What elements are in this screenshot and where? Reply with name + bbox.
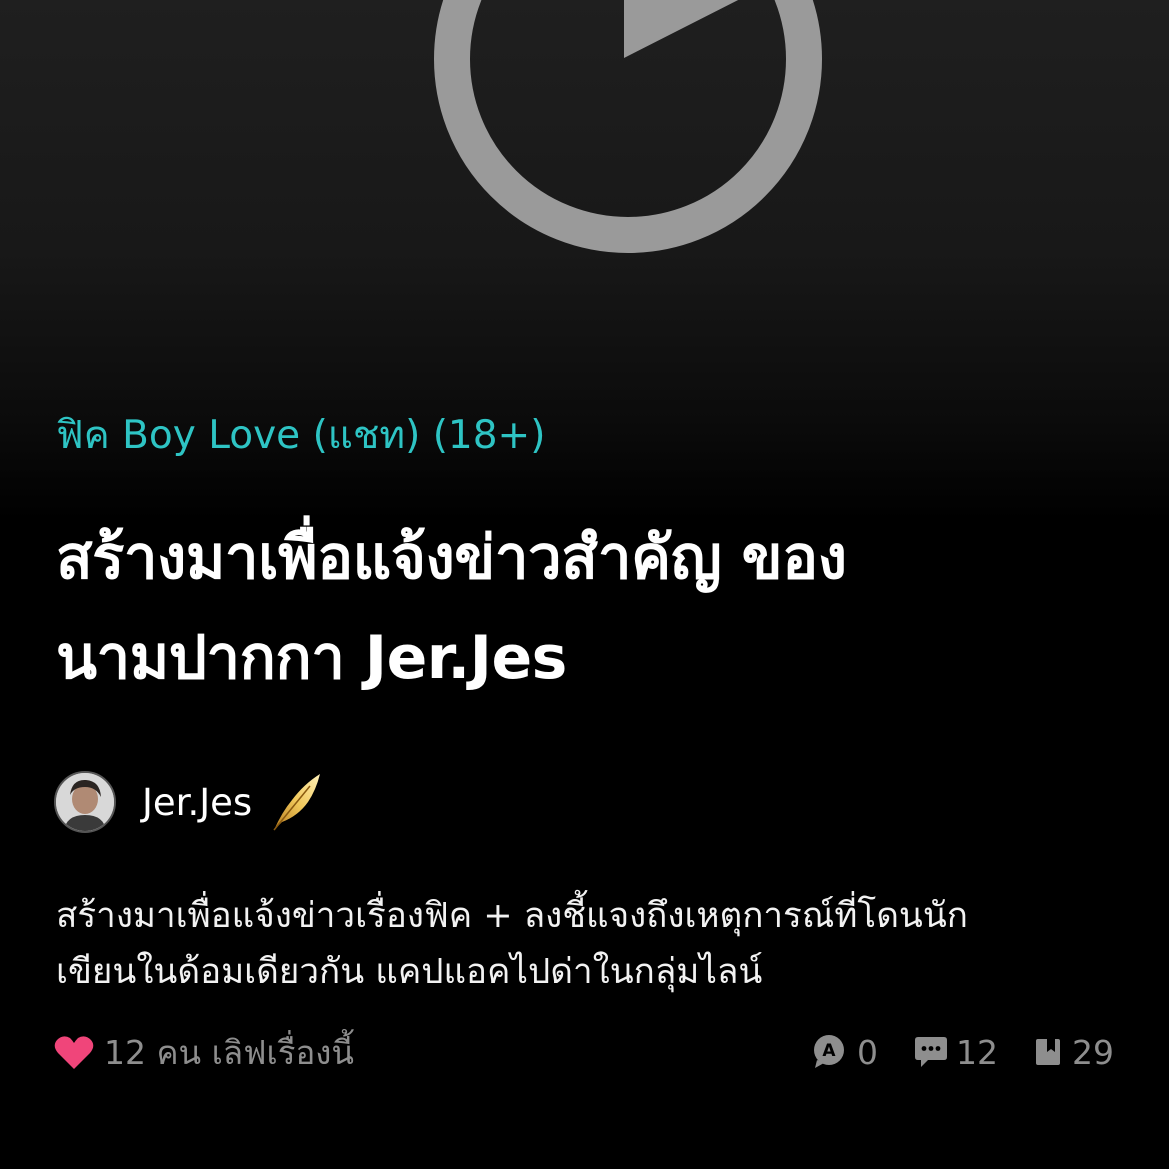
story-description: สร้างมาเพื่อแจ้งข่าวเรื่องฟิค + ลงชี้แจง… — [56, 888, 1126, 1000]
comment-count-value: 12 — [956, 1032, 998, 1072]
story-title: สร้างมาเพื่อแจ้งข่าวสำคัญ ของ นามปากกา J… — [56, 508, 1136, 708]
description-line-1: สร้างมาเพื่อแจ้งข่าวเรื่องฟิค + ลงชี้แจง… — [56, 896, 968, 936]
likes[interactable]: 12 คน เลิฟเรื่องนี้ — [54, 1026, 354, 1079]
story-cover[interactable] — [0, 0, 1169, 380]
story-category[interactable]: ฟิค Boy Love (แชท) (18+) — [56, 404, 545, 466]
story-title-line-2: นามปากกา Jer.Jes — [56, 623, 567, 693]
story-footer: 12 คน เลิฟเรื่องนี้ A 0 12 29 — [54, 1028, 1114, 1076]
author-row[interactable]: Jer.Jes — [54, 770, 322, 834]
story-title-line-1: สร้างมาเพื่อแจ้งข่าวสำคัญ ของ — [56, 523, 847, 593]
bookmark-icon — [1036, 1039, 1060, 1065]
description-line-2: เขียนในด้อมเดียวกัน แคปแอคไปด่าในกลุ่มไล… — [56, 952, 763, 992]
feather-icon — [273, 774, 321, 831]
bookmark-count-value: 29 — [1072, 1032, 1114, 1072]
svg-text:A: A — [822, 1041, 836, 1061]
bookmark-count[interactable]: 29 — [1034, 1033, 1114, 1072]
avatar[interactable] — [54, 771, 116, 833]
likes-text: 12 คน เลิฟเรื่องนี้ — [104, 1032, 354, 1072]
comment-count[interactable]: 12 — [914, 1033, 998, 1072]
comment-icon — [915, 1037, 947, 1067]
author-name[interactable]: Jer.Jes — [142, 781, 252, 824]
award-icon: A — [814, 1035, 844, 1068]
award-count: A 0 — [811, 1033, 878, 1072]
award-count-value: 0 — [857, 1032, 878, 1072]
play-icon[interactable] — [0, 0, 1169, 380]
heart-icon[interactable] — [54, 1034, 94, 1070]
story-stats: A 0 12 29 — [775, 1033, 1114, 1072]
story-page: ฟิค Boy Love (แชท) (18+) สร้างมาเพื่อแจ้… — [0, 0, 1169, 1169]
